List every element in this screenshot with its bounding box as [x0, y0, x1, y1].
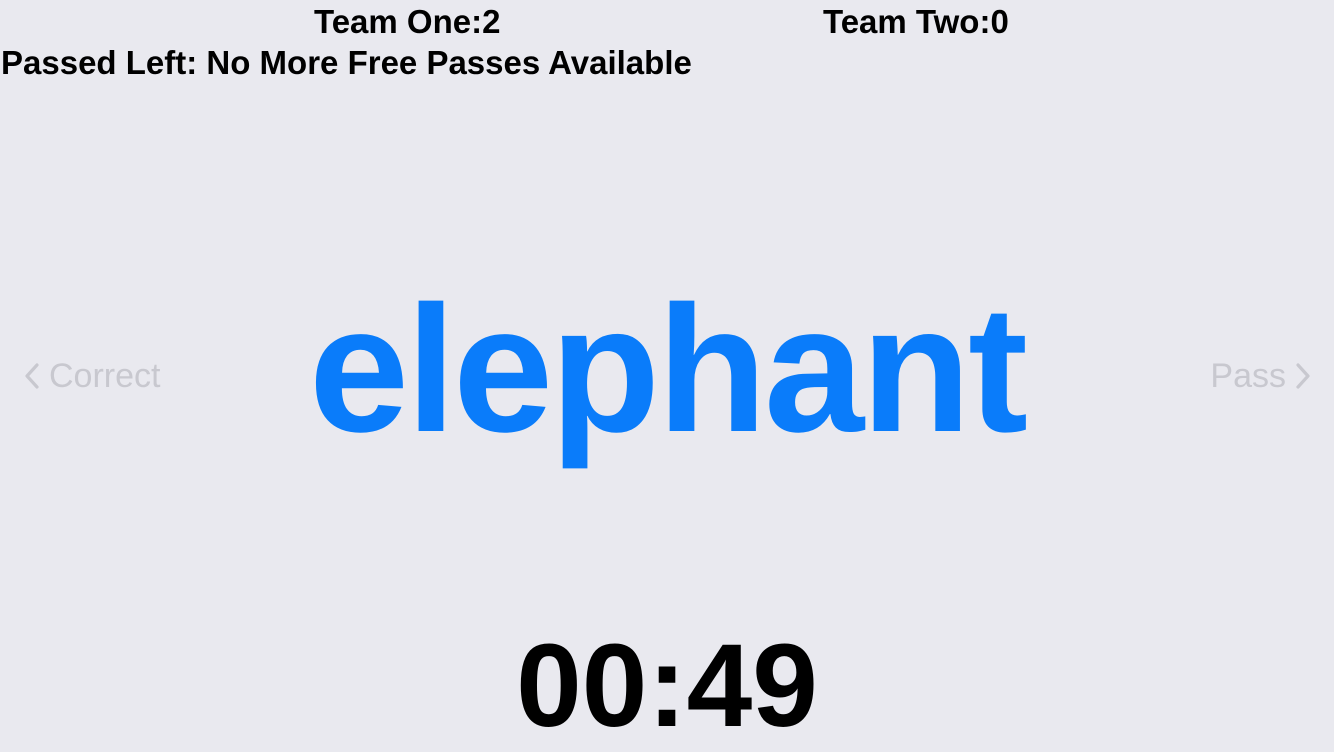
current-word: elephant	[308, 269, 1028, 470]
team-one-score: Team One:2	[314, 3, 501, 40]
team-two-score: Team Two:0	[823, 3, 1009, 40]
pass-button[interactable]: Pass	[1210, 356, 1310, 396]
countdown-timer: 00:49	[516, 620, 818, 752]
passes-left-status: Passed Left: No More Free Passes Availab…	[1, 44, 692, 81]
pass-button-label: Pass	[1210, 357, 1286, 395]
game-screen: Team One:2 Team Two:0 Passed Left: No Mo…	[0, 0, 1334, 750]
chevron-right-icon	[1296, 363, 1310, 389]
